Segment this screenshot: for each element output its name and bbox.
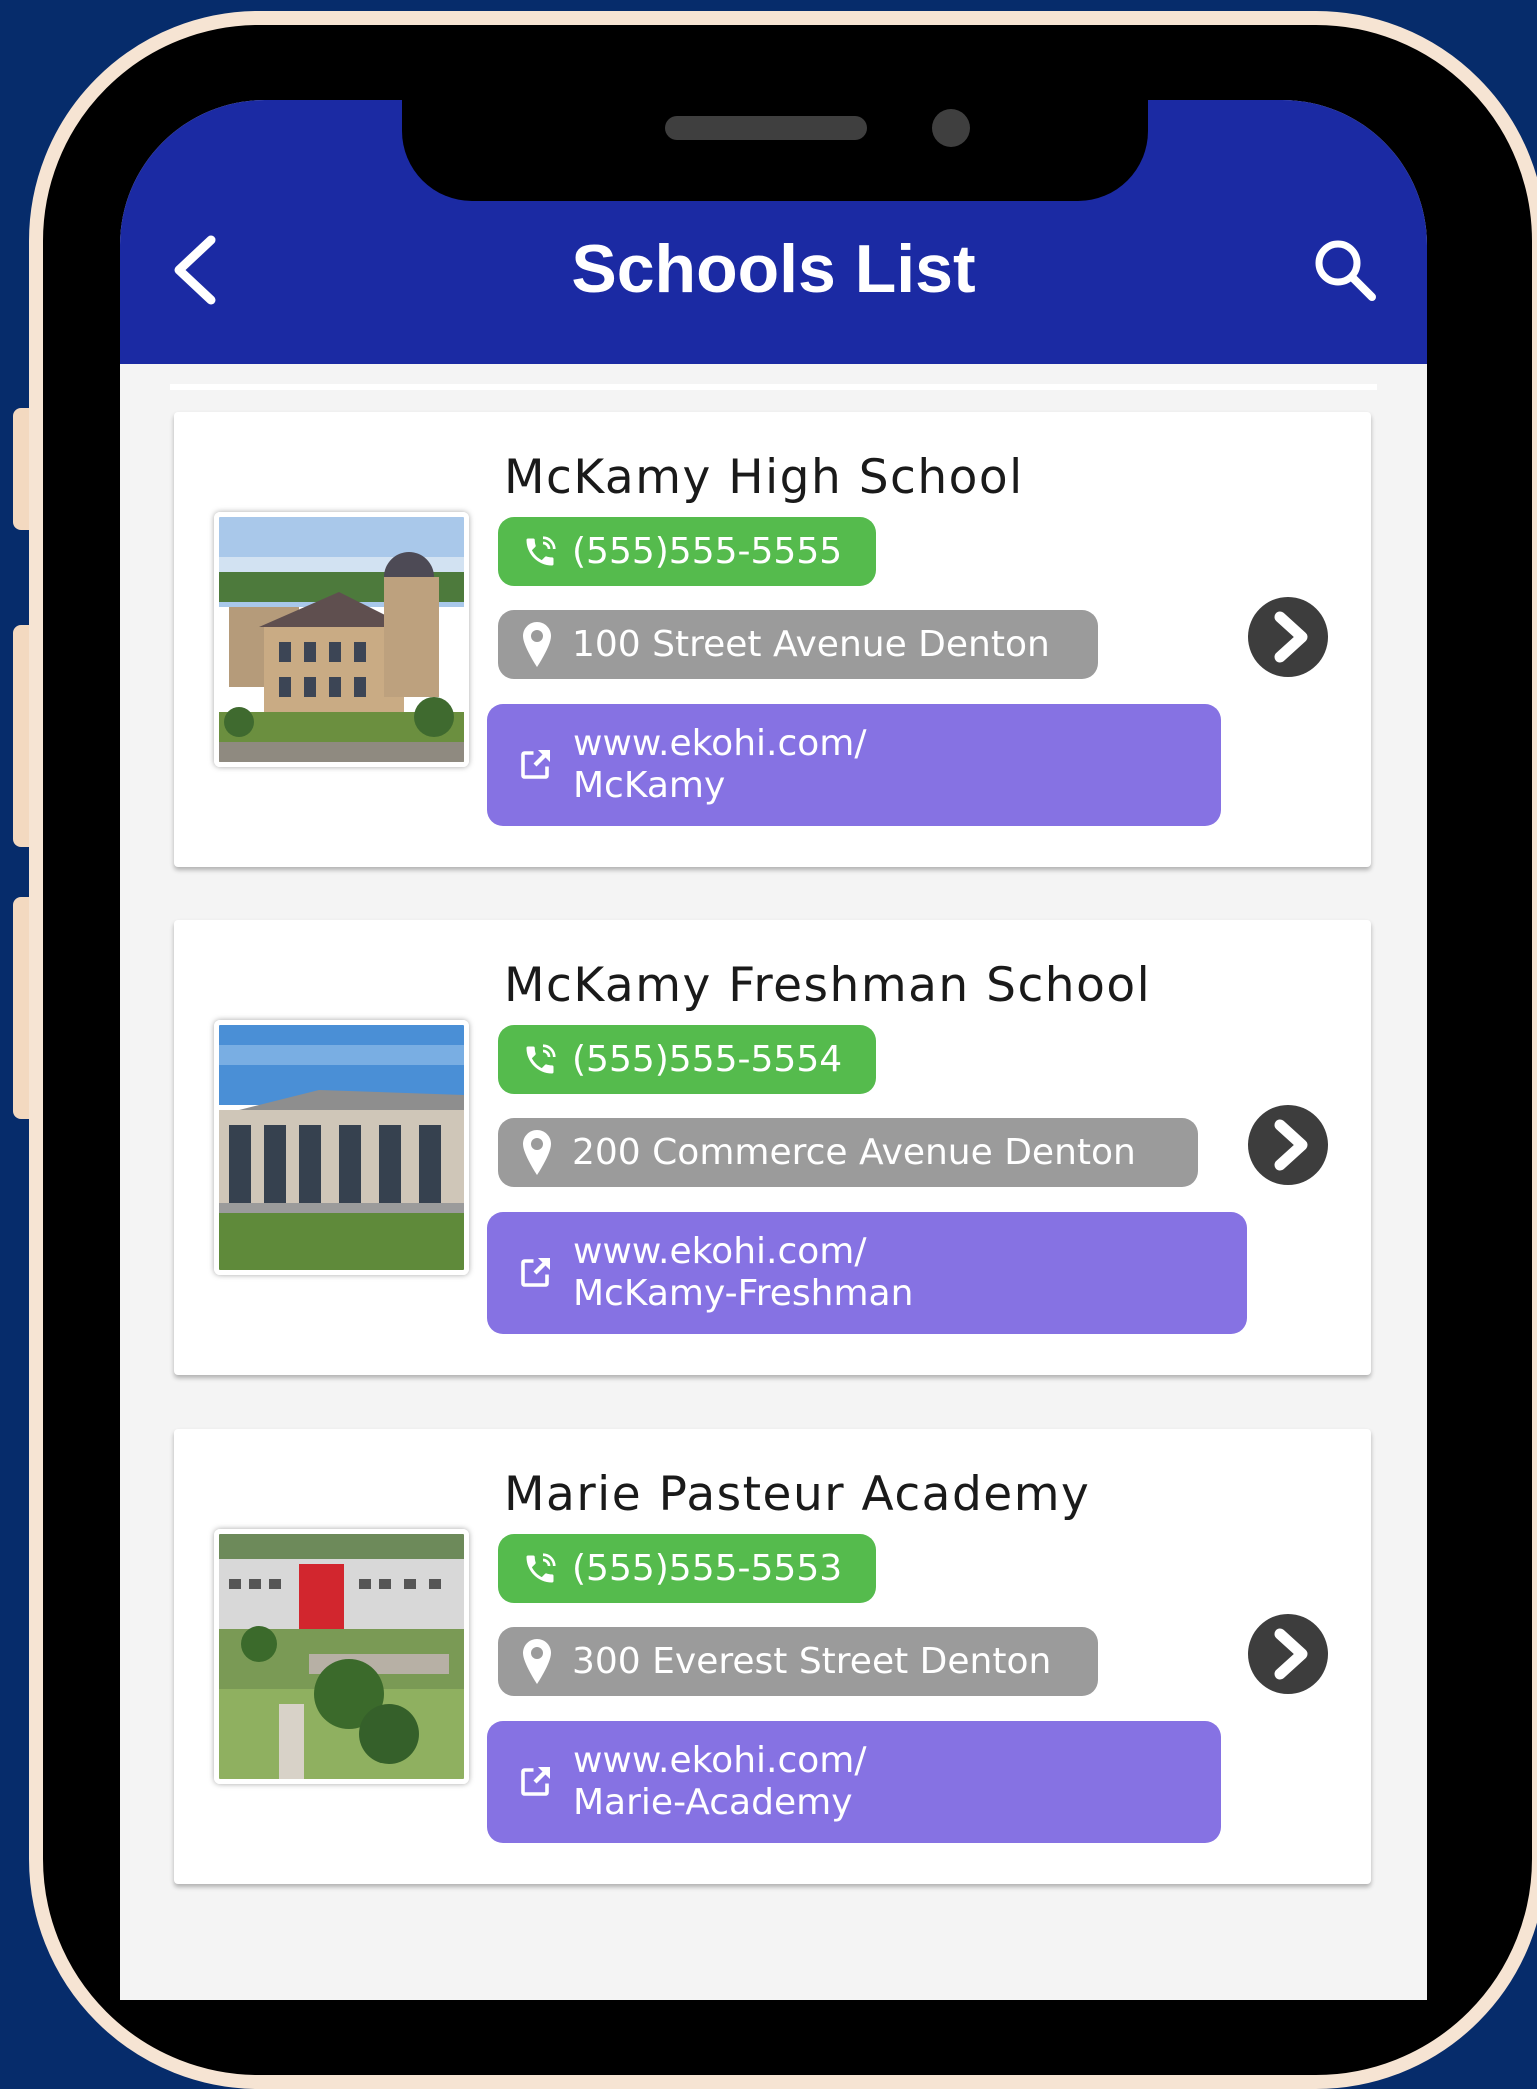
location-pin-icon: [522, 1638, 552, 1686]
school-card[interactable]: McKamy High School (555)555-5555 100 Str…: [174, 412, 1371, 867]
phone-button[interactable]: (555)555-5553: [498, 1534, 876, 1603]
address-button[interactable]: 200 Commerce Avenue Denton: [498, 1118, 1198, 1187]
phone-number: (555)555-5553: [572, 1548, 843, 1589]
phone-button[interactable]: (555)555-5554: [498, 1025, 876, 1094]
address-text: 100 Street Avenue Denton: [572, 624, 1050, 665]
school-image: [214, 1529, 469, 1784]
chevron-right-circle-icon: [1248, 1614, 1328, 1694]
school-card[interactable]: McKamy Freshman School (555)555-5554 200…: [174, 920, 1371, 1375]
phone-number: (555)555-5554: [572, 1039, 843, 1080]
search-button[interactable]: [1310, 235, 1380, 305]
external-link-icon: [517, 1255, 553, 1291]
website-link[interactable]: www.ekohi.com/ Marie-Academy: [487, 1721, 1221, 1843]
address-button[interactable]: 100 Street Avenue Denton: [498, 610, 1098, 679]
speaker: [665, 116, 867, 140]
school-image: [214, 1020, 469, 1275]
school-image: [214, 512, 469, 767]
phone-number: (555)555-5555: [572, 531, 843, 572]
phone-icon: [522, 534, 558, 570]
school-name: McKamy High School: [504, 450, 1024, 505]
search-icon: [1315, 240, 1376, 301]
website-url: www.ekohi.com/ McKamy-Freshman: [573, 1231, 914, 1314]
phone-icon: [522, 1551, 558, 1587]
address-text: 300 Everest Street Denton: [572, 1641, 1052, 1682]
open-school-button[interactable]: [1248, 1105, 1328, 1185]
address-text: 200 Commerce Avenue Denton: [572, 1132, 1136, 1173]
website-link[interactable]: www.ekohi.com/ McKamy: [487, 704, 1221, 826]
open-school-button[interactable]: [1248, 597, 1328, 677]
phone-button[interactable]: (555)555-5555: [498, 517, 876, 586]
website-url: www.ekohi.com/ McKamy: [573, 723, 867, 806]
website-url: www.ekohi.com/ Marie-Academy: [573, 1740, 867, 1823]
school-name: Marie Pasteur Academy: [504, 1467, 1091, 1522]
list-divider: [170, 384, 1377, 390]
phone-notch: [402, 100, 1148, 201]
app-screen: Schools List McKamy High School (555)555…: [120, 100, 1427, 2000]
school-card[interactable]: Marie Pasteur Academy (555)555-5553 300 …: [174, 1429, 1371, 1884]
open-school-button[interactable]: [1248, 1614, 1328, 1694]
school-name: McKamy Freshman School: [504, 958, 1152, 1013]
location-pin-icon: [522, 621, 552, 669]
camera: [932, 109, 970, 147]
external-link-icon: [517, 1764, 553, 1800]
address-button[interactable]: 300 Everest Street Denton: [498, 1627, 1098, 1696]
website-link[interactable]: www.ekohi.com/ McKamy-Freshman: [487, 1212, 1247, 1334]
chevron-right-circle-icon: [1248, 597, 1328, 677]
page-title: Schools List: [571, 231, 976, 307]
location-pin-icon: [522, 1129, 552, 1177]
external-link-icon: [517, 747, 553, 783]
chevron-right-circle-icon: [1248, 1105, 1328, 1185]
phone-icon: [522, 1042, 558, 1078]
